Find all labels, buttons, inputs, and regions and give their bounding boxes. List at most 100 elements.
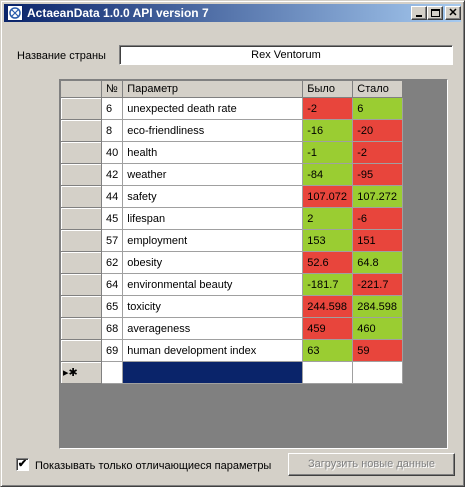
grid-body: 6 unexpected death rate -2 6 8 eco-friendline… xyxy=(60,97,404,384)
cell-now[interactable]: -20 xyxy=(352,119,404,142)
cell-was[interactable]: -181.7 xyxy=(302,273,354,296)
table-row[interactable]: 57 employment 153 151 xyxy=(60,229,404,252)
row-selector[interactable] xyxy=(60,163,102,186)
parameters-table: № Параметр Было Стало 6 unexpected death … xyxy=(60,80,404,384)
row-selector[interactable] xyxy=(60,339,102,362)
cell-number[interactable]: 42 xyxy=(100,163,124,186)
cell-now[interactable]: 6 xyxy=(352,97,404,120)
table-row[interactable]: 8 eco-friendliness -16 -20 xyxy=(60,119,404,142)
cell-parameter[interactable]: safety xyxy=(122,185,304,208)
table-row[interactable]: 68 averageness 459 460 xyxy=(60,317,404,340)
cell-now[interactable]: -2 xyxy=(352,141,404,164)
table-row[interactable]: 6 unexpected death rate -2 6 xyxy=(60,97,404,120)
load-new-data-button[interactable]: Загрузить новые данные xyxy=(288,453,455,476)
new-row-was[interactable] xyxy=(302,361,354,384)
maximize-button[interactable] xyxy=(427,6,443,20)
row-selector[interactable] xyxy=(60,119,102,142)
table-row[interactable]: 69 human development index 63 59 xyxy=(60,339,404,362)
app-icon xyxy=(7,5,23,21)
country-name-field[interactable]: Rex Ventorum xyxy=(119,45,453,65)
cell-number[interactable]: 6 xyxy=(100,97,124,120)
cell-now[interactable]: 284.598 xyxy=(352,295,404,318)
cell-parameter[interactable]: lifespan xyxy=(122,207,304,230)
table-row[interactable]: 40 health -1 -2 xyxy=(60,141,404,164)
cell-parameter[interactable]: human development index xyxy=(122,339,304,362)
column-header-was[interactable]: Было xyxy=(302,80,354,98)
cell-number[interactable]: 62 xyxy=(100,251,124,274)
minimize-button[interactable] xyxy=(411,6,427,20)
cell-was[interactable]: -84 xyxy=(302,163,354,186)
cell-was[interactable]: 459 xyxy=(302,317,354,340)
close-button[interactable]: ✕ xyxy=(445,6,461,20)
cell-parameter[interactable]: unexpected death rate xyxy=(122,97,304,120)
cell-number[interactable]: 69 xyxy=(100,339,124,362)
column-header-number[interactable]: № xyxy=(100,80,124,98)
cell-number[interactable]: 44 xyxy=(100,185,124,208)
row-selector[interactable] xyxy=(60,251,102,274)
cell-parameter[interactable]: obesity xyxy=(122,251,304,274)
row-selector[interactable] xyxy=(60,273,102,296)
new-row-number[interactable] xyxy=(100,361,124,384)
cell-now[interactable]: 151 xyxy=(352,229,404,252)
cell-number[interactable]: 8 xyxy=(100,119,124,142)
title-bar[interactable]: ActaeanData 1.0.0 API version 7 ✕ xyxy=(4,4,461,22)
cell-now[interactable]: -6 xyxy=(352,207,404,230)
app-window: ActaeanData 1.0.0 API version 7 ✕ Назван… xyxy=(0,0,465,487)
cell-was[interactable]: -2 xyxy=(302,97,354,120)
cell-now[interactable]: 460 xyxy=(352,317,404,340)
close-icon: ✕ xyxy=(448,7,458,19)
table-row[interactable]: 62 obesity 52.6 64.8 xyxy=(60,251,404,274)
cell-now[interactable]: 107.272 xyxy=(352,185,404,208)
table-row[interactable]: 65 toxicity 244.598 284.598 xyxy=(60,295,404,318)
country-name-label: Название страны xyxy=(17,50,106,62)
cell-parameter[interactable]: averageness xyxy=(122,317,304,340)
cell-now[interactable]: -95 xyxy=(352,163,404,186)
minimize-icon xyxy=(416,15,422,17)
row-selector[interactable] xyxy=(60,207,102,230)
cell-was[interactable]: 63 xyxy=(302,339,354,362)
column-header-now[interactable]: Стало xyxy=(352,80,404,98)
cell-now[interactable]: -221.7 xyxy=(352,273,404,296)
grid-header-row: № Параметр Было Стало xyxy=(60,80,404,98)
table-row[interactable]: 42 weather -84 -95 xyxy=(60,163,404,186)
cell-parameter[interactable]: eco-friendliness xyxy=(122,119,304,142)
cell-parameter[interactable]: employment xyxy=(122,229,304,252)
cell-now[interactable]: 64.8 xyxy=(352,251,404,274)
cell-parameter[interactable]: health xyxy=(122,141,304,164)
cell-number[interactable]: 40 xyxy=(100,141,124,164)
row-selector[interactable] xyxy=(60,295,102,318)
cell-parameter[interactable]: weather xyxy=(122,163,304,186)
show-diff-only-label[interactable]: Показывать только отличающиеся параметры xyxy=(35,460,271,472)
column-header-parameter[interactable]: Параметр xyxy=(122,80,304,98)
new-row-now[interactable] xyxy=(352,361,404,384)
cell-number[interactable]: 57 xyxy=(100,229,124,252)
cell-now[interactable]: 59 xyxy=(352,339,404,362)
cell-number[interactable]: 65 xyxy=(100,295,124,318)
new-row-parameter[interactable] xyxy=(122,361,304,384)
cell-was[interactable]: 153 xyxy=(302,229,354,252)
cell-was[interactable]: -16 xyxy=(302,119,354,142)
row-header-corner xyxy=(60,80,102,98)
new-row[interactable]: ▸✱ xyxy=(60,361,404,384)
cell-number[interactable]: 64 xyxy=(100,273,124,296)
row-selector[interactable] xyxy=(60,229,102,252)
parameters-grid[interactable]: № Параметр Было Стало 6 unexpected death … xyxy=(59,79,448,449)
table-row[interactable]: 44 safety 107.072 107.272 xyxy=(60,185,404,208)
cell-was[interactable]: 52.6 xyxy=(302,251,354,274)
cell-number[interactable]: 68 xyxy=(100,317,124,340)
cell-was[interactable]: 244.598 xyxy=(302,295,354,318)
row-selector[interactable] xyxy=(60,141,102,164)
cell-was[interactable]: 2 xyxy=(302,207,354,230)
row-selector[interactable] xyxy=(60,97,102,120)
table-row[interactable]: 45 lifespan 2 -6 xyxy=(60,207,404,230)
cell-was[interactable]: 107.072 xyxy=(302,185,354,208)
row-selector[interactable] xyxy=(60,185,102,208)
table-row[interactable]: 64 environmental beauty -181.7 -221.7 xyxy=(60,273,404,296)
cell-parameter[interactable]: environmental beauty xyxy=(122,273,304,296)
new-row-marker-icon: ▸✱ xyxy=(60,361,102,384)
show-diff-only-checkbox[interactable]: ✔ xyxy=(16,458,29,471)
cell-number[interactable]: 45 xyxy=(100,207,124,230)
row-selector[interactable] xyxy=(60,317,102,340)
cell-parameter[interactable]: toxicity xyxy=(122,295,304,318)
cell-was[interactable]: -1 xyxy=(302,141,354,164)
